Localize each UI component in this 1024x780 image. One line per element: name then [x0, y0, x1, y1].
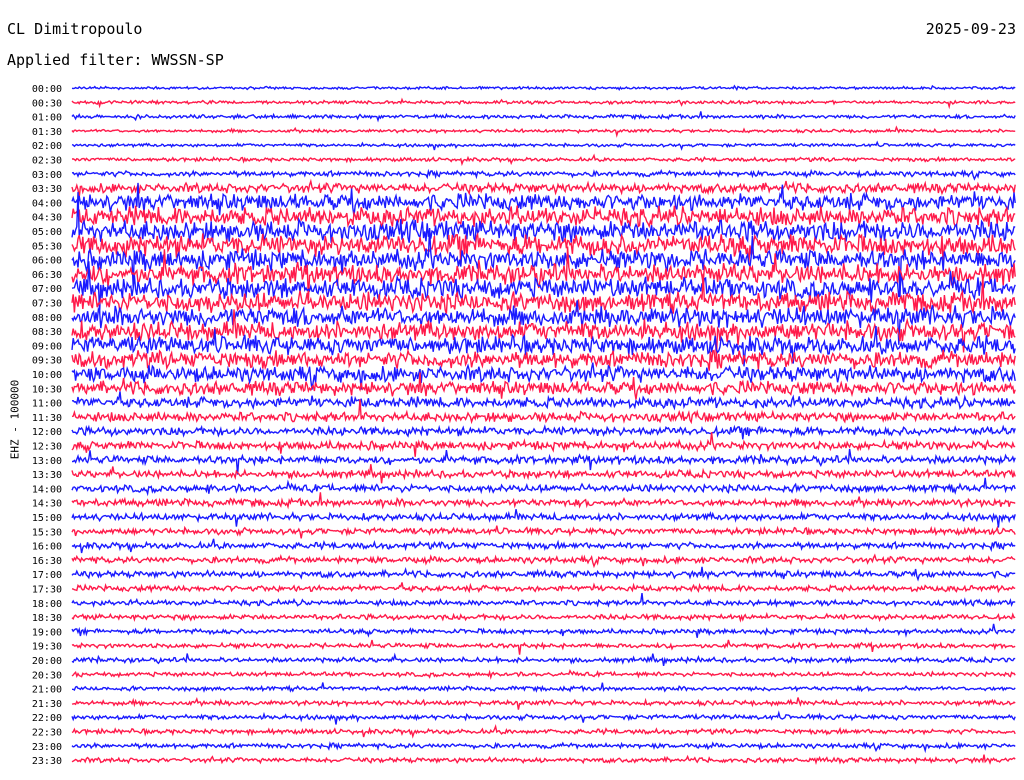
time-tick-label: 12:00: [32, 427, 62, 438]
time-tick-label: 23:30: [32, 756, 62, 767]
time-tick-label: 17:30: [32, 585, 62, 596]
trace-line: [71, 372, 1016, 400]
time-tick-label: 10:00: [32, 370, 62, 381]
time-tick-label: 16:30: [32, 556, 62, 567]
time-tick-label: 06:00: [32, 256, 62, 267]
time-tick-label: 18:00: [32, 599, 62, 610]
time-tick-label: 02:30: [32, 156, 62, 167]
time-tick-label: 08:30: [32, 327, 62, 338]
trace-line: [71, 477, 1016, 497]
time-tick-label: 13:30: [32, 470, 62, 481]
trace-line: [71, 669, 1016, 680]
trace-line: [71, 582, 1016, 594]
time-tick-label: 05:00: [32, 227, 62, 238]
time-tick-label: 19:30: [32, 642, 62, 653]
trace-line: [71, 741, 1016, 754]
trace-line: [71, 652, 1016, 667]
trace-line: [71, 125, 1016, 138]
trace-line: [71, 611, 1016, 623]
seismogram-plot: 00:00 00:30 01:00 01:30 02:00 02:30 03:00 03:30…: [32, 84, 1016, 767]
trace-line: [71, 723, 1016, 739]
trace-line: [71, 178, 1016, 198]
trace-line: [71, 525, 1016, 539]
time-tick-label: 11:00: [32, 399, 62, 410]
trace-line: [71, 710, 1016, 725]
trace-line: [71, 754, 1016, 765]
time-tick-label: 17:00: [32, 570, 62, 581]
time-tick-label: 08:00: [32, 313, 62, 324]
time-tick-label: 15:30: [32, 527, 62, 538]
trace-line: [71, 464, 1016, 484]
time-tick-label: 04:00: [32, 198, 62, 209]
time-tick-label: 01:30: [32, 127, 62, 138]
time-tick-label: 10:30: [32, 384, 62, 395]
trace-line: [71, 639, 1016, 655]
trace-line: [71, 538, 1016, 554]
trace-line: [71, 391, 1016, 411]
time-tick-label: 07:00: [32, 284, 62, 295]
time-tick-label: 03:30: [32, 184, 62, 195]
trace-line: [71, 140, 1016, 151]
time-tick-label: 13:00: [32, 456, 62, 467]
time-tick-label: 00:00: [32, 84, 62, 95]
trace-line: [71, 697, 1016, 710]
trace-line: [71, 111, 1016, 123]
trace-line: [71, 97, 1016, 110]
time-tick-label: 11:30: [32, 413, 62, 424]
time-tick-label: 22:00: [32, 713, 62, 724]
trace-line: [71, 205, 1016, 229]
time-tick-label: 16:00: [32, 542, 62, 553]
time-tick-label: 23:00: [32, 742, 62, 753]
trace-line: [71, 492, 1016, 510]
time-tick-label: 00:30: [32, 98, 62, 109]
time-tick-label: 12:30: [32, 442, 62, 453]
trace-line: [71, 509, 1016, 528]
time-tick-label: 04:30: [32, 213, 62, 224]
time-tick-label: 03:00: [32, 170, 62, 181]
trace-line: [71, 566, 1016, 582]
trace-line: [71, 168, 1016, 181]
time-tick-label: 14:30: [32, 499, 62, 510]
trace-line: [71, 424, 1016, 440]
trace-line: [71, 153, 1016, 167]
trace-line: [71, 593, 1016, 608]
time-tick-label: 09:30: [32, 356, 62, 367]
trace-line: [71, 623, 1016, 638]
time-tick-label: 20:30: [32, 670, 62, 681]
time-tick-label: 21:00: [32, 685, 62, 696]
time-tick-label: 14:00: [32, 484, 62, 495]
time-tick-label: 01:00: [32, 113, 62, 124]
trace-line: [71, 553, 1016, 569]
time-tick-label: 15:00: [32, 513, 62, 524]
trace-line: [71, 84, 1016, 92]
trace-line: [71, 432, 1016, 457]
time-tick-label: 07:30: [32, 299, 62, 310]
time-tick-label: 09:00: [32, 341, 62, 352]
time-tick-label: 21:30: [32, 699, 62, 710]
time-tick-label: 05:30: [32, 241, 62, 252]
time-tick-label: 06:30: [32, 270, 62, 281]
time-tick-label: 20:00: [32, 656, 62, 667]
time-tick-label: 18:30: [32, 613, 62, 624]
time-tick-label: 19:00: [32, 627, 62, 638]
time-tick-label: 02:00: [32, 141, 62, 152]
time-tick-label: 22:30: [32, 728, 62, 739]
trace-line: [72, 448, 1016, 475]
trace-line: [72, 682, 1016, 693]
